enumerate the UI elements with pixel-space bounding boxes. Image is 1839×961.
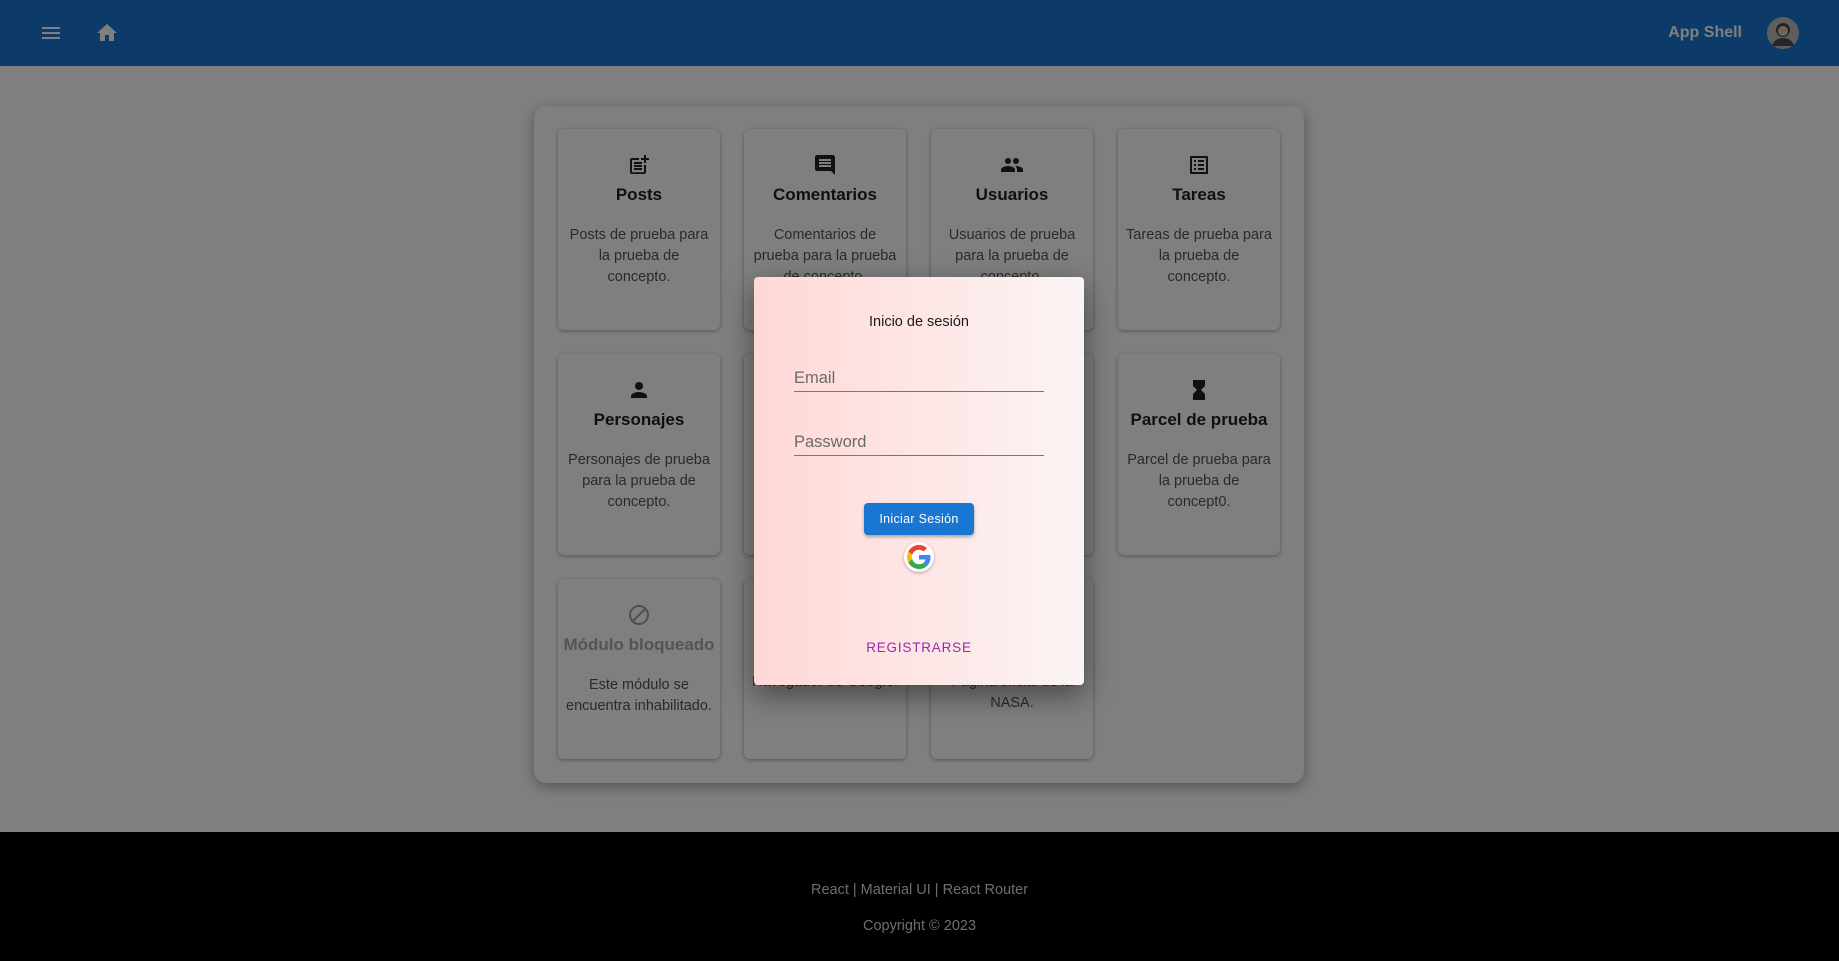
password-input[interactable]	[794, 422, 1044, 455]
dialog-title: Inicio de sesión	[869, 314, 969, 330]
register-button[interactable]: REGISTRARSE	[754, 640, 1084, 655]
email-field	[794, 358, 1044, 392]
email-input[interactable]	[794, 358, 1044, 391]
password-field	[794, 422, 1044, 456]
google-icon	[907, 545, 931, 569]
google-login-button[interactable]	[904, 542, 934, 572]
login-button[interactable]: Iniciar Sesión	[864, 503, 974, 535]
login-dialog: Inicio de sesión Iniciar Sesión REGISTRA…	[754, 277, 1084, 685]
